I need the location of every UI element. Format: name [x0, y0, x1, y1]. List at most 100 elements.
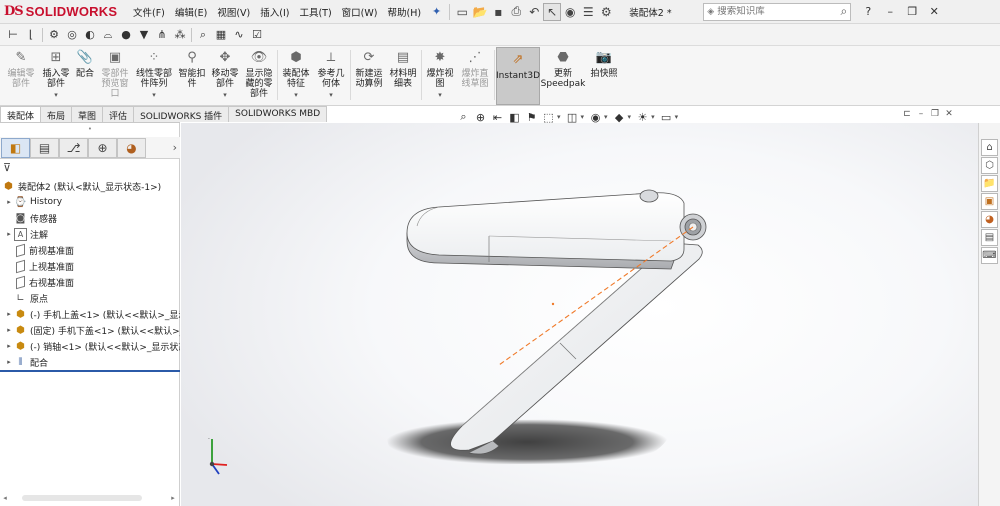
- chevron-down-icon[interactable]: ▾: [581, 113, 585, 121]
- file-explorer-icon[interactable]: ▣: [981, 193, 998, 210]
- help-icon[interactable]: ?: [857, 5, 879, 18]
- reference-geometry-button[interactable]: ⟂ 参考几 何体 ▾: [313, 46, 349, 104]
- custom-properties-icon[interactable]: ▤: [981, 229, 998, 246]
- move-component-button[interactable]: ✥ 移动零 部件 ▾: [208, 46, 242, 104]
- tree-item-origin[interactable]: ∟ 原点: [0, 290, 180, 306]
- chevron-right-icon[interactable]: ▸: [4, 326, 14, 334]
- options-list-icon[interactable]: ☰: [579, 3, 597, 21]
- panel-grip[interactable]: •: [0, 125, 180, 133]
- insert-component-button[interactable]: ⊞ 插入零 部件 ▾: [40, 46, 72, 104]
- forum-icon[interactable]: ⌨: [981, 247, 998, 264]
- linear-pattern-button[interactable]: ⁘ 线性零部 件阵列 ▾: [132, 46, 176, 104]
- chevron-down-icon[interactable]: ▾: [628, 113, 632, 121]
- smart-fastener-button[interactable]: ⚲ 智能扣 件: [176, 46, 208, 104]
- component-preview-button[interactable]: ▣ 零部件 预览窗 口: [98, 46, 132, 104]
- feature-tree-tab-icon[interactable]: ◧: [1, 137, 30, 158]
- knowledge-search[interactable]: ◈ ⌕: [703, 2, 852, 21]
- rotate-icon[interactable]: ◎: [63, 26, 81, 44]
- show-hidden-button[interactable]: 👁 显示隐 藏的零 部件: [242, 46, 276, 104]
- chevron-right-icon[interactable]: ▸: [4, 358, 14, 366]
- chevron-down-icon[interactable]: ▾: [329, 90, 333, 100]
- display-manager-tab-icon[interactable]: ◕: [117, 137, 146, 158]
- search-mode-icon[interactable]: ◈: [707, 7, 714, 17]
- scroll-right-icon[interactable]: ▸: [168, 494, 178, 502]
- menu-help[interactable]: 帮助(H): [382, 5, 426, 19]
- tree-root[interactable]: ⬢ 装配体2 (默认<默认_显示状态-1>): [0, 178, 180, 194]
- chevron-right-icon[interactable]: ›: [173, 141, 177, 154]
- graphics-area[interactable]: .: [181, 123, 978, 506]
- chevron-down-icon[interactable]: ▾: [152, 90, 156, 100]
- chevron-right-icon[interactable]: ▸: [4, 230, 14, 238]
- bom-button[interactable]: ▤ 材料明 细表: [386, 46, 420, 104]
- menu-view[interactable]: 视图(V): [212, 5, 255, 19]
- tab-sketch[interactable]: 草图: [71, 106, 104, 122]
- traffic-light-icon[interactable]: ◉: [561, 3, 579, 21]
- horizontal-scrollbar[interactable]: ◂ ▸: [0, 492, 178, 504]
- chevron-down-icon[interactable]: ▾: [557, 113, 561, 121]
- smart-dimension-icon[interactable]: ⊢: [4, 26, 22, 44]
- take-snapshot-button[interactable]: 📷 拍快照: [586, 46, 622, 104]
- tree-item-top-plane[interactable]: 上视基准面: [0, 258, 180, 274]
- update-speedpak-button[interactable]: ⬣ 更新 Speedpak: [540, 46, 586, 104]
- save-icon[interactable]: ▪: [489, 3, 507, 21]
- chevron-right-icon[interactable]: ▸: [4, 342, 14, 350]
- tab-evaluate[interactable]: 评估: [102, 106, 135, 122]
- menu-window[interactable]: 窗口(W): [337, 5, 383, 19]
- node-icon[interactable]: ⁂: [171, 26, 189, 44]
- tree-item-upper-cover[interactable]: ▸ ⬢ (-) 手机上盖<1> (默认<<默认>_显示: [0, 306, 180, 322]
- grid-icon[interactable]: ▦: [212, 26, 230, 44]
- select-pointer-icon[interactable]: ↖: [543, 2, 562, 21]
- chevron-right-icon[interactable]: ▸: [4, 198, 14, 206]
- inspect-icon[interactable]: ⌕: [194, 26, 212, 44]
- tab-layout[interactable]: 布局: [40, 106, 73, 122]
- tree-item-right-plane[interactable]: 右视基准面: [0, 274, 180, 290]
- undo-icon[interactable]: ↶: [525, 3, 543, 21]
- gear-tool-icon[interactable]: ⚙: [45, 26, 63, 44]
- tree-item-annotations[interactable]: ▸ A 注解: [0, 226, 180, 242]
- configuration-manager-tab-icon[interactable]: ⎇: [59, 137, 88, 158]
- chevron-down-icon[interactable]: ▾: [604, 113, 608, 121]
- location-icon[interactable]: ●: [117, 26, 135, 44]
- solidworks-logo[interactable]: DS SOLIDWORKS: [0, 4, 128, 19]
- chevron-down-icon[interactable]: ▾: [675, 113, 679, 121]
- tree-item-sensors[interactable]: ◙ 传感器: [0, 210, 180, 226]
- exploded-view-button[interactable]: ✸ 爆炸视 图 ▾: [423, 46, 457, 104]
- scroll-left-icon[interactable]: ◂: [0, 494, 10, 502]
- dimxpert-tab-icon[interactable]: ⊕: [88, 137, 117, 158]
- chevron-down-icon[interactable]: ▾: [651, 113, 655, 121]
- tab-mbd[interactable]: SOLIDWORKS MBD: [228, 106, 328, 122]
- menu-edit[interactable]: 编辑(E): [170, 5, 212, 19]
- model-viewport[interactable]: .: [181, 123, 978, 506]
- assembly-feature-button[interactable]: ⬢ 装配体 特征 ▾: [279, 46, 313, 104]
- tree-item-history[interactable]: ▸ ⌚ History: [0, 194, 180, 210]
- menu-tools[interactable]: 工具(T): [294, 5, 336, 19]
- curve-icon[interactable]: ∿: [230, 26, 248, 44]
- tree-item-front-plane[interactable]: 前视基准面: [0, 242, 180, 258]
- design-library-icon[interactable]: 📁: [981, 175, 998, 192]
- tree-item-lower-cover[interactable]: ▸ ⬢ (固定) 手机下盖<1> (默认<<默认>_: [0, 322, 180, 338]
- viewport-restore-icon[interactable]: ❐: [928, 109, 942, 119]
- appearances-icon[interactable]: ◕: [981, 211, 998, 228]
- menu-file[interactable]: 文件(F): [128, 5, 170, 19]
- menu-insert[interactable]: 插入(I): [255, 5, 294, 19]
- close-button[interactable]: ✕: [923, 5, 945, 18]
- triangle-icon[interactable]: ▼: [135, 26, 153, 44]
- comb-icon[interactable]: ⋔: [153, 26, 171, 44]
- mate-button[interactable]: 📎 配合: [72, 46, 98, 104]
- new-document-icon[interactable]: ▭: [453, 3, 471, 21]
- viewport-close-icon[interactable]: ✕: [942, 109, 956, 119]
- checklist-icon[interactable]: ☑: [248, 26, 266, 44]
- restore-button[interactable]: ❐: [901, 5, 923, 18]
- viewport-split-icon[interactable]: ⊏: [900, 109, 914, 119]
- filter-icon[interactable]: ⊽: [3, 161, 11, 174]
- shape-icon[interactable]: ⌓: [99, 26, 117, 44]
- tab-assembly[interactable]: 装配体: [0, 106, 42, 122]
- new-motion-study-button[interactable]: ⟳ 新建运 动算例: [352, 46, 386, 104]
- minimize-button[interactable]: –: [879, 5, 901, 18]
- upper-cover-part[interactable]: [406, 192, 685, 270]
- chevron-right-icon[interactable]: ▸: [4, 310, 14, 318]
- chevron-down-icon[interactable]: ▾: [438, 90, 442, 100]
- tab-addins[interactable]: SOLIDWORKS 插件: [133, 106, 230, 122]
- corner-icon[interactable]: ⌊: [22, 26, 40, 44]
- property-manager-tab-icon[interactable]: ▤: [30, 137, 59, 158]
